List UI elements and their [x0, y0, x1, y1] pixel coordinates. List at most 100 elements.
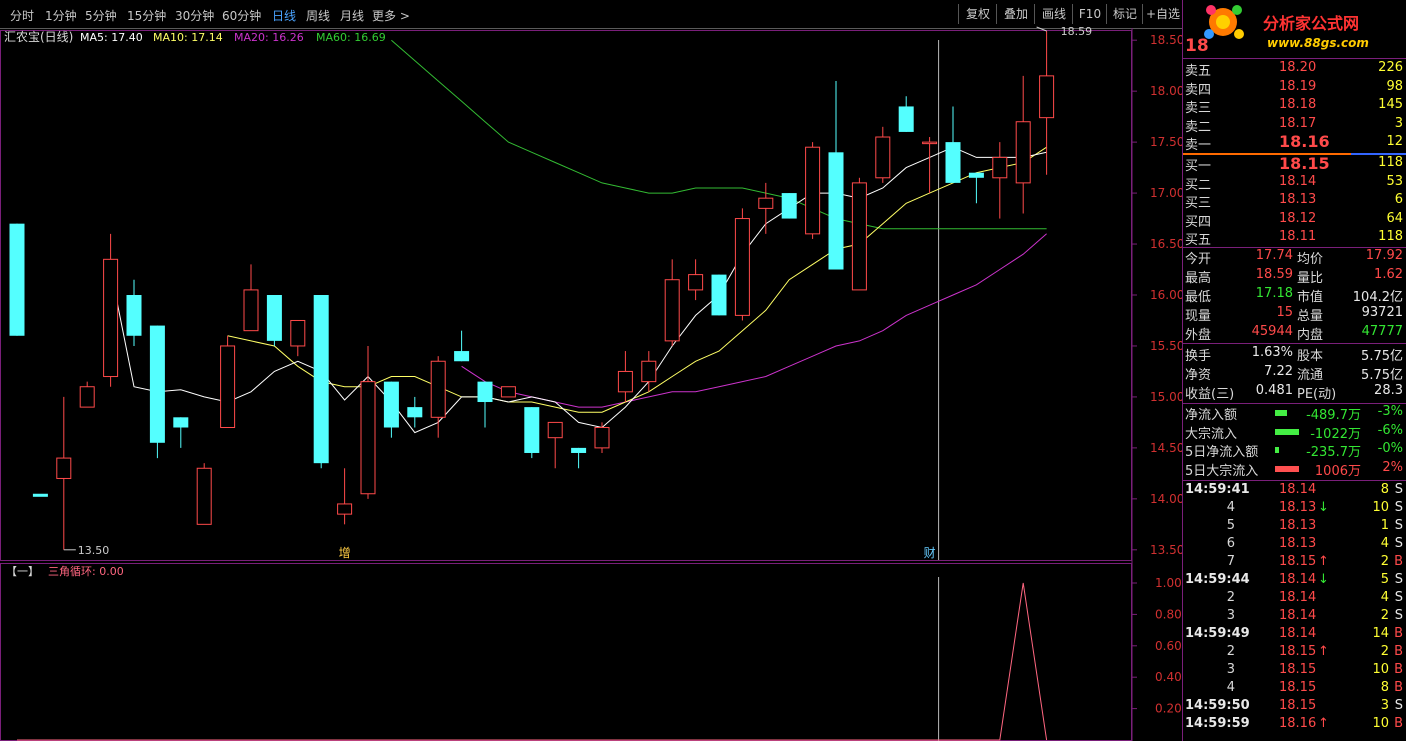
candle-body [1015, 121, 1031, 184]
candle-body [711, 274, 727, 316]
event-marker: 财 [924, 546, 936, 560]
tick-time: 2 [1226, 644, 1235, 659]
tick-time: 14:59:49 [1185, 626, 1250, 641]
stat-value: 0.481 [1255, 383, 1293, 398]
tick-side: S [1394, 518, 1403, 533]
stat-label: 总量 [1297, 309, 1324, 324]
stat-label: 换手 [1185, 349, 1212, 364]
sub-y-tick-label: 0.20 [1155, 702, 1182, 716]
tick-price: 18.14 [1279, 590, 1317, 605]
stat-value: 18.59 [1255, 267, 1293, 282]
tick-price: 18.15 [1279, 662, 1317, 677]
logo-title: 分析家公式网 [1263, 14, 1360, 33]
tick-row: 14:59:49 18.14 14 B [1183, 626, 1406, 644]
candle-body [313, 295, 329, 464]
candle-body [103, 258, 119, 378]
y-tick-label: 17.50 [1150, 135, 1182, 149]
candle-body [454, 351, 470, 362]
sell-price: 18.20 [1279, 60, 1317, 75]
sell-label: 卖二 [1185, 119, 1212, 135]
stat-value: 1.63% [1251, 345, 1293, 360]
sell-price: 18.18 [1279, 97, 1317, 112]
buy-row: 买一 18.15 118 [1183, 154, 1406, 174]
sell-row: 卖三 18.18 145 [1183, 97, 1406, 116]
tick-volume: 10 [1372, 662, 1389, 677]
tick-volume: 2 [1380, 644, 1389, 659]
tick-row: 3 18.14 2 S [1183, 608, 1406, 626]
candle-body [875, 136, 891, 179]
candle-body [851, 182, 867, 291]
tick-price: 18.13 [1279, 500, 1317, 515]
tick-row: 14:59:44 18.14 ↓ 5 S [1183, 572, 1406, 590]
candle-body [337, 503, 353, 515]
sell-row: 卖一 18.16 12 [1183, 132, 1406, 153]
flow-label: 5日大宗流入 [1185, 463, 1259, 479]
sell-label: 卖四 [1185, 82, 1212, 98]
buy-volume: 53 [1386, 173, 1403, 189]
tick-price: 18.15 [1279, 680, 1317, 695]
tick-volume: 4 [1380, 536, 1389, 551]
flow-row: 5日大宗流入 1006万 2% [1183, 460, 1406, 479]
tick-volume: 10 [1372, 500, 1389, 515]
sell-label: 卖三 [1185, 101, 1212, 116]
tick-time: 14:59:44 [1185, 572, 1250, 587]
tick-row: 7 18.15 ↑ 2 B [1183, 554, 1406, 572]
tick-price: 18.14 [1279, 608, 1317, 623]
tick-price: 18.16 [1279, 716, 1317, 731]
stat-row: 净资 7.22 流通 5.75亿 [1183, 364, 1406, 383]
stat-value: 15 [1276, 305, 1293, 320]
tick-volume: 4 [1380, 590, 1389, 605]
buy-label: 买五 [1185, 233, 1212, 248]
stat-label: 净资 [1185, 368, 1212, 383]
tick-price: 18.13 [1279, 536, 1317, 551]
legend-ma10: MA10: 17.14 [153, 31, 223, 44]
stat-label: 量比 [1297, 271, 1324, 286]
stat-value: 104.2亿 [1352, 290, 1403, 305]
candle-body [220, 345, 236, 429]
sell-volume: 3 [1394, 115, 1403, 131]
tick-row: 14:59:50 18.15 3 S [1183, 698, 1406, 716]
tick-time: 14:59:50 [1185, 698, 1250, 713]
stat-row: 现量 15 总量 93721 [1183, 305, 1406, 324]
flow-percent: -3% [1377, 404, 1403, 419]
site-logo: 分析家公式网 www.88gs.com [1183, 0, 1406, 56]
tick-volume: 2 [1380, 608, 1389, 623]
stat-label: 今开 [1185, 252, 1212, 267]
flow-label: 大宗流入 [1185, 426, 1238, 442]
candle-body [1039, 75, 1055, 119]
stat-value: 17.18 [1255, 286, 1293, 301]
flow-value: 1006万 [1314, 463, 1361, 479]
buy-label: 买一 [1185, 159, 1212, 174]
tick-time: 14:59:59 [1185, 716, 1250, 731]
y-tick-label: 18.50 [1150, 33, 1182, 47]
stock-code: 18 [1185, 36, 1209, 56]
sub-plot-frame [0, 563, 1132, 741]
tick-price: 18.14 [1279, 626, 1317, 641]
tick-time: 4 [1226, 500, 1235, 515]
candle-body [407, 407, 423, 418]
buy-label: 买二 [1185, 177, 1212, 193]
tick-row: 3 18.15 10 B [1183, 662, 1406, 680]
sell-volume: 12 [1386, 134, 1403, 149]
buy-volume: 118 [1378, 155, 1403, 170]
stat-label: 均价 [1297, 252, 1324, 267]
tick-side: S [1394, 536, 1403, 551]
tick-side: B [1394, 662, 1403, 677]
sell-label: 卖一 [1185, 138, 1212, 153]
legend-ma60: MA60: 16.69 [316, 31, 386, 44]
tick-side: B [1394, 644, 1403, 659]
tick-time: 6 [1226, 536, 1235, 551]
candle-body [594, 427, 610, 449]
tick-time: 2 [1226, 590, 1235, 605]
tick-time: 3 [1226, 662, 1235, 677]
tick-side: S [1394, 698, 1403, 713]
tick-time: 7 [1226, 554, 1235, 569]
candle-body [922, 141, 938, 145]
y-tick-label: 16.50 [1150, 237, 1182, 251]
stat-label: 市值 [1297, 290, 1324, 305]
candle-body [32, 493, 48, 497]
sell-label: 卖五 [1185, 64, 1212, 79]
flow-bar [1275, 428, 1299, 435]
y-tick-label: 15.00 [1150, 390, 1182, 404]
y-tick-label: 14.00 [1150, 492, 1182, 506]
